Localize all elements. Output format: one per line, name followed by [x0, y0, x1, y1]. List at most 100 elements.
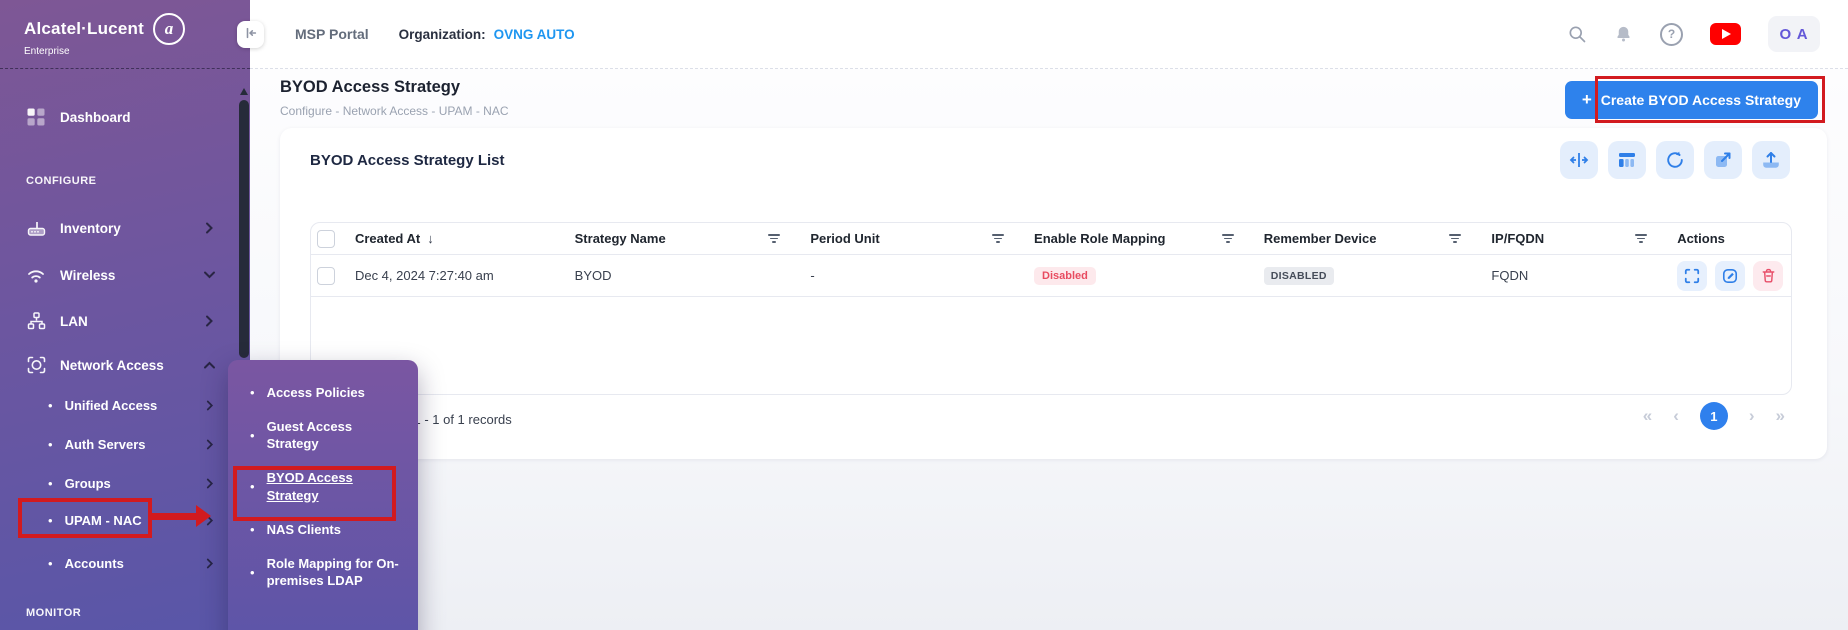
- sidebar-item-accounts[interactable]: • Accounts: [0, 547, 250, 579]
- row-checkbox[interactable]: [316, 266, 335, 285]
- scrollbar-up-arrow[interactable]: [240, 88, 248, 95]
- page-title: BYOD Access Strategy: [280, 78, 461, 96]
- column-header-enable-role-mapping[interactable]: Enable Role Mapping: [1020, 231, 1250, 246]
- avatar[interactable]: O A: [1768, 16, 1820, 52]
- fit-columns-icon[interactable]: [1560, 141, 1598, 179]
- cell-ip-fqdn: FQDN: [1491, 268, 1529, 283]
- network-access-flyout: • Access Policies • Guest Access Strateg…: [228, 360, 418, 630]
- sidebar-item-label: Dashboard: [60, 109, 131, 125]
- upload-icon[interactable]: [1752, 141, 1790, 179]
- export-icon[interactable]: [1704, 141, 1742, 179]
- youtube-icon[interactable]: [1710, 23, 1741, 45]
- bullet-icon: •: [250, 427, 255, 443]
- flyout-item-nas-clients[interactable]: • NAS Clients: [250, 521, 418, 538]
- filter-icon[interactable]: [1449, 233, 1462, 244]
- chevron-up-icon: [204, 361, 216, 370]
- wifi-icon: [26, 266, 46, 284]
- column-header-remember-device[interactable]: Remember Device: [1250, 231, 1478, 246]
- inventory-device-icon: [26, 219, 46, 237]
- network-access-icon: [26, 356, 46, 374]
- search-icon[interactable]: [1567, 24, 1587, 44]
- sidebar-section-monitor: MONITOR: [26, 607, 82, 619]
- lan-topology-icon: [26, 312, 46, 330]
- next-page-button[interactable]: ›: [1749, 406, 1755, 426]
- ale-logo-icon: a: [152, 13, 185, 45]
- sidebar-collapse-button[interactable]: [237, 21, 264, 48]
- flyout-item-role-mapping-ldap[interactable]: • Role Mapping for On-premises LDAP: [250, 555, 418, 589]
- status-badge: DISABLED: [1263, 266, 1334, 285]
- sidebar-item-auth-servers[interactable]: • Auth Servers: [0, 428, 250, 460]
- table-row[interactable]: Dec 4, 2024 7:27:40 am BYOD - Disabled D…: [311, 255, 1791, 297]
- first-page-button[interactable]: «: [1643, 406, 1652, 426]
- strategy-list-card: BYOD Access Strategy List Created At ↓ S…: [280, 128, 1827, 459]
- filter-icon[interactable]: [1635, 233, 1648, 244]
- sidebar-item-lan[interactable]: LAN: [0, 303, 250, 339]
- bullet-icon: •: [250, 564, 255, 580]
- sidebar-item-dashboard[interactable]: Dashboard: [0, 99, 250, 135]
- sidebar-item-label: Network Access: [60, 357, 164, 373]
- card-title: BYOD Access Strategy List: [310, 152, 505, 169]
- flyout-item-guest-access-strategy[interactable]: • Guest Access Strategy: [250, 418, 418, 452]
- sidebar-item-wireless[interactable]: Wireless: [0, 257, 250, 293]
- bullet-icon: •: [250, 521, 255, 537]
- sort-desc-icon[interactable]: ↓: [427, 231, 434, 246]
- create-byod-strategy-button[interactable]: + Create BYOD Access Strategy: [1564, 81, 1818, 119]
- select-all-checkbox[interactable]: [316, 229, 335, 248]
- collapse-arrow-icon: [244, 26, 258, 43]
- filter-icon[interactable]: [992, 233, 1005, 244]
- sidebar-scrollbar[interactable]: [239, 100, 249, 358]
- table-header-row: Created At ↓ Strategy Name Period Unit E…: [311, 223, 1791, 255]
- flyout-item-access-policies[interactable]: • Access Policies: [250, 384, 418, 401]
- organization: Organization: OVNG AUTO: [399, 27, 575, 42]
- chevron-right-icon: [205, 315, 214, 327]
- table-toolbar: [1560, 141, 1790, 179]
- chevron-right-icon: [206, 558, 214, 569]
- bullet-icon: •: [48, 436, 53, 452]
- bullet-icon: •: [48, 512, 53, 528]
- delete-icon[interactable]: [1753, 260, 1784, 291]
- topbar: MSP Portal Organization: OVNG AUTO ? O A: [250, 0, 1848, 69]
- cell-actions: [1663, 260, 1791, 291]
- sidebar-item-groups[interactable]: • Groups: [0, 467, 250, 499]
- bell-icon[interactable]: [1614, 24, 1633, 44]
- sidebar-item-label: Inventory: [60, 220, 121, 236]
- column-header-period-unit[interactable]: Period Unit: [796, 231, 1020, 246]
- last-page-button[interactable]: »: [1776, 406, 1785, 426]
- prev-page-button[interactable]: ‹: [1673, 406, 1679, 426]
- column-header-created-at[interactable]: Created At ↓: [341, 231, 561, 246]
- organization-link[interactable]: OVNG AUTO: [494, 27, 575, 42]
- brand-name: Alcatel·Lucent: [24, 19, 144, 38]
- help-icon[interactable]: ?: [1660, 22, 1683, 46]
- sidebar-item-network-access[interactable]: Network Access: [0, 347, 250, 383]
- flyout-item-byod-access-strategy[interactable]: • BYOD Access Strategy: [250, 469, 418, 503]
- chevron-right-icon: [206, 400, 214, 411]
- bullet-icon: •: [48, 475, 53, 491]
- column-header-strategy-name[interactable]: Strategy Name: [561, 231, 797, 246]
- screen: Alcatel·Lucent a Enterprise Dashboard CO…: [0, 0, 1848, 630]
- sidebar-item-label: Wireless: [60, 267, 116, 283]
- brand-sub: Enterprise: [24, 46, 70, 57]
- filter-icon[interactable]: [768, 233, 781, 244]
- chevron-right-icon: [205, 222, 214, 234]
- sidebar-section-configure: CONFIGURE: [26, 175, 97, 187]
- bullet-icon: •: [48, 397, 53, 413]
- dashboard-grid-icon: [26, 108, 46, 126]
- cell-period-unit: -: [810, 268, 815, 283]
- column-header-ip-fqdn[interactable]: IP/FQDN: [1477, 231, 1663, 246]
- main-content: BYOD Access Strategy Configure - Network…: [250, 69, 1848, 630]
- chevron-right-icon: [206, 478, 214, 489]
- edit-icon[interactable]: [1715, 260, 1746, 291]
- columns-icon[interactable]: [1608, 141, 1646, 179]
- filter-icon[interactable]: [1221, 233, 1234, 244]
- sidebar-item-unified-access[interactable]: • Unified Access: [0, 389, 250, 421]
- sidebar-item-label: LAN: [60, 313, 88, 329]
- breadcrumb: Configure - Network Access - UPAM - NAC: [280, 104, 509, 118]
- sidebar-item-inventory[interactable]: Inventory: [0, 210, 250, 246]
- sidebar: Alcatel·Lucent a Enterprise Dashboard CO…: [0, 0, 250, 630]
- cell-strategy-name: BYOD: [574, 268, 612, 283]
- current-page-button[interactable]: 1: [1699, 402, 1728, 430]
- sidebar-item-upam-nac[interactable]: • UPAM - NAC: [0, 504, 250, 536]
- chevron-right-icon: [206, 439, 214, 450]
- expand-icon[interactable]: [1677, 260, 1708, 291]
- refresh-icon[interactable]: [1656, 141, 1694, 179]
